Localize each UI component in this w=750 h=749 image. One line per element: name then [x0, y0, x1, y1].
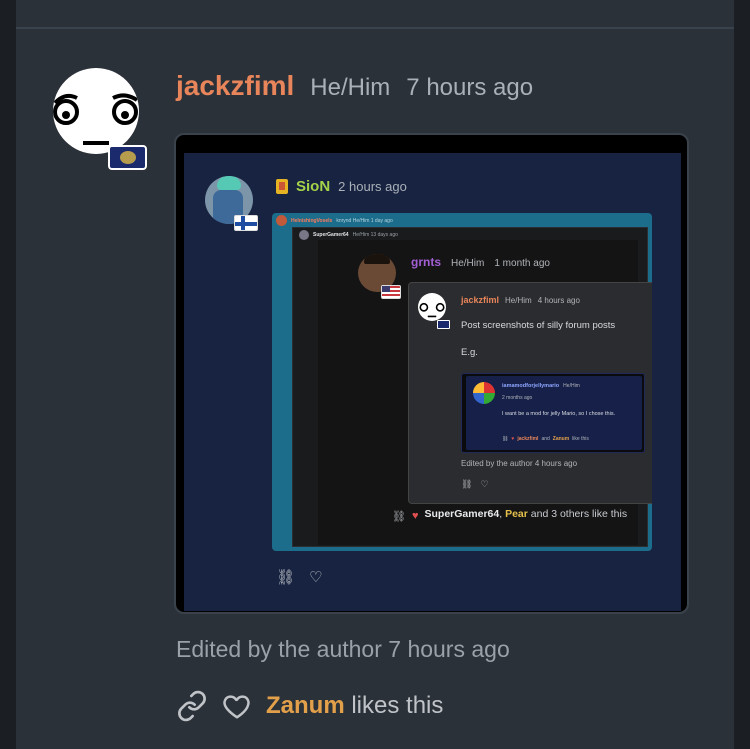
dark-avatar	[299, 230, 309, 240]
avatar[interactable]	[53, 68, 147, 170]
post-time[interactable]: 7 hours ago	[406, 74, 533, 102]
previous-post-divider	[16, 0, 734, 29]
liker-name[interactable]: Zanum	[266, 692, 345, 719]
disapproval-face-icon	[53, 93, 139, 145]
nested-dark-panel: SuperGamer64 He/Him 13 days ago grnts He…	[292, 227, 652, 547]
grnts-time: 1 month ago	[494, 258, 550, 269]
iam-like-name2: Zanum	[552, 436, 570, 442]
grnts-pronouns: He/Him	[451, 258, 485, 269]
quoted-text-line2: E.g.	[461, 347, 478, 358]
mario-quoted-screenshot: iamamodforjellymario He/Him 2 months ago…	[461, 373, 645, 453]
page-edge-left	[0, 0, 16, 749]
badge-icon	[276, 179, 288, 194]
iam-like-name1: jackzfiml	[517, 436, 539, 442]
grnts-likes: ⛓ ♥ SuperGamer64, Pear and 3 others like…	[392, 508, 632, 523]
quoted-edited: Edited by the author 4 hours ago	[461, 459, 578, 468]
sion-username: SioN	[296, 178, 331, 195]
iam-like-and: and	[541, 436, 550, 442]
iam-time: 2 months ago	[502, 395, 533, 401]
quoted-text-line1: Post screenshots of silly forum posts	[461, 320, 616, 331]
dark-username: SuperGamer64	[313, 232, 349, 238]
likes-summary: Zanum likes this	[266, 692, 443, 720]
nested-screenshot: HeInishingVosels knrynd He/Him 1 day ago…	[272, 213, 652, 551]
likes-suffix: likes this	[351, 692, 444, 719]
quoted-heart-icon: ♡	[480, 479, 489, 489]
iam-avatar	[473, 382, 495, 404]
sion-actions: ⛓ ♡	[276, 568, 323, 586]
flag-small-icon	[437, 320, 450, 329]
sion-link-icon: ⛓	[276, 569, 296, 586]
grnts-post: grnts He/Him 1 month ago jackzfiml He/Hi…	[318, 240, 652, 545]
grnts-like-sep: ,	[499, 508, 503, 520]
post-header: jackzfiml He/Him 7 hours ago	[176, 70, 533, 104]
grnts-like-name2: Pear	[505, 508, 528, 520]
dark-meta: He/Him 13 days ago	[352, 232, 398, 238]
pronouns: He/Him	[310, 74, 391, 101]
username-link[interactable]: jackzfiml	[176, 70, 294, 102]
jackzfiml-quoted-post: jackzfiml He/Him 4 hours ago Post screen…	[408, 282, 652, 504]
grnts-username: grnts	[411, 255, 441, 269]
iam-likes: ⛓ ♥ jackzfiml and Zanum like this	[502, 436, 589, 442]
nested-meta: knrynd He/Him 1 day ago	[336, 217, 393, 224]
grnts-heart-icon: ♥	[411, 510, 419, 522]
sion-time: 2 hours ago	[338, 179, 407, 194]
avatar-face	[53, 68, 139, 154]
dark-header: SuperGamer64 He/Him 13 days ago	[299, 230, 398, 240]
nested-username: HeInishingVosels	[291, 217, 333, 224]
nested-avatar	[276, 215, 287, 226]
heart-icon[interactable]	[222, 691, 252, 721]
iam-pronouns: He/Him	[563, 383, 580, 389]
quoted-pronouns: He/Him	[505, 296, 532, 305]
edited-note: Edited by the author 7 hours ago	[176, 636, 510, 662]
iam-text: I want be a mod for jelly Mario, so I ch…	[502, 411, 616, 417]
flag-icon	[108, 145, 147, 170]
quoted-link-icon: ⛓	[461, 479, 473, 489]
iam-like-suffix: like this	[572, 436, 589, 442]
sion-heart-icon: ♡	[309, 569, 323, 586]
finland-flag-icon	[234, 215, 258, 231]
grnts-like-suffix: and 3 others like this	[530, 508, 628, 520]
iam-header: iamamodforjellymario He/Him	[502, 383, 580, 389]
page-edge-right	[734, 0, 750, 749]
forum-post: jackzfiml He/Him 7 hours ago SioN 2 hour…	[16, 0, 734, 749]
nested-header: HeInishingVosels knrynd He/Him 1 day ago	[276, 215, 393, 226]
post-actions: Zanum likes this	[176, 690, 443, 722]
quoted-actions: ⛓ ♡	[461, 479, 489, 490]
quoted-username: jackzfiml	[461, 295, 500, 305]
quoted-time: 4 hours ago	[537, 296, 580, 305]
jackzfiml-quoted-header: jackzfiml He/Him 4 hours ago	[461, 295, 580, 305]
screenshot-image[interactable]: SioN 2 hours ago HeInishingVosels knrynd…	[174, 133, 689, 614]
grnts-like-name1: SuperGamer64	[424, 508, 500, 520]
jackzfiml-avatar	[418, 293, 446, 321]
tiny-heart-icon: ♥	[511, 436, 515, 442]
iam-username: iamamodforjellymario	[502, 383, 560, 389]
grnts-header: grnts He/Him 1 month ago	[411, 255, 550, 269]
link-icon[interactable]	[176, 690, 208, 722]
screenshot-content: SioN 2 hours ago HeInishingVosels knrynd…	[184, 153, 681, 611]
tiny-link-icon: ⛓	[502, 436, 509, 442]
sion-header: SioN 2 hours ago	[276, 178, 407, 195]
us-flag-icon	[381, 285, 401, 299]
disapproval-face-small-icon	[419, 302, 445, 318]
grnts-link-icon: ⛓	[392, 511, 406, 523]
